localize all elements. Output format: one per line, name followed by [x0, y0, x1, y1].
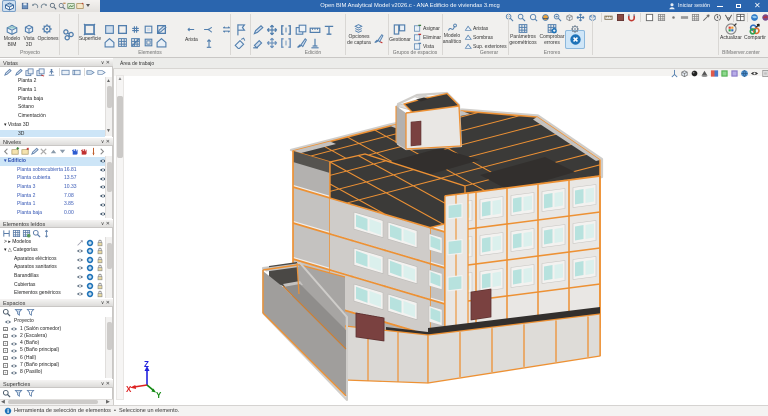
svg-text:X: X: [126, 385, 132, 394]
svg-text:Z: Z: [144, 360, 149, 369]
svg-text:Y: Y: [156, 391, 162, 398]
